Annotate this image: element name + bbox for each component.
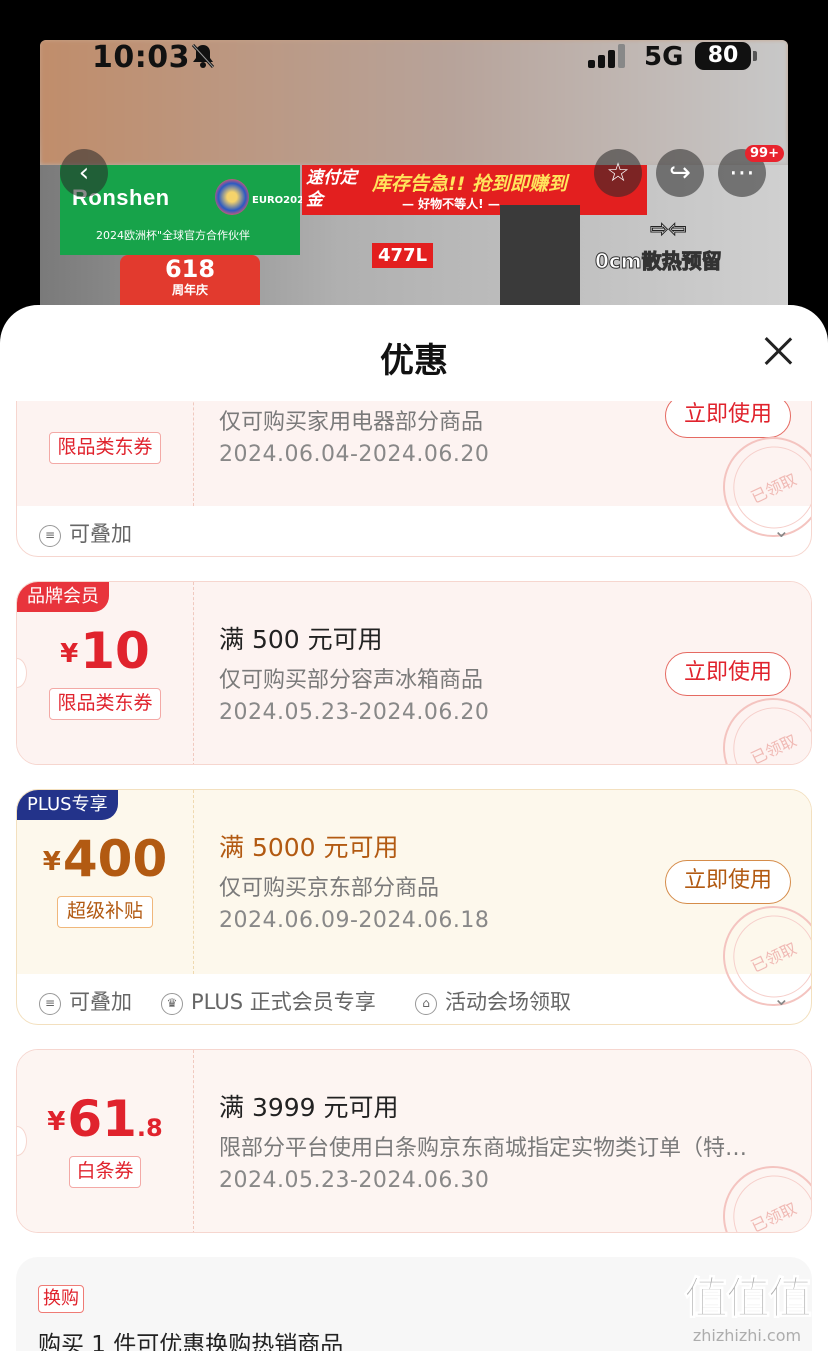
back-icon: ‹	[78, 158, 90, 188]
coupon-desc: 仅可购买部分容声冰箱商品	[219, 668, 484, 693]
stackable-text: 可叠加	[69, 522, 132, 546]
brand-subtitle: 2024欧洲杯"全球官方合作伙伴	[96, 229, 251, 242]
coupon-date: 2024.06.04-2024.06.20	[219, 442, 490, 467]
coupon-body: ¥61.8 白条券 满 3999 元可用 限部分平台使用白条购京东商城指定实物类…	[17, 1050, 811, 1232]
coupon-footer[interactable]: ≡ 可叠加 ♛ PLUS 正式会员专享 ⌂ 活动会场领取 ⌄	[17, 974, 811, 1024]
favorite-button[interactable]: ☆	[594, 149, 642, 197]
coupon-threshold: 满 500 元可用	[219, 625, 383, 654]
stackable-label: ≡ 可叠加	[39, 986, 132, 1016]
coupon-body: 100 限品类东券 仅可购买家用电器部分商品 2024.06.04-2024.0…	[17, 401, 811, 554]
stack-icon: ≡	[39, 525, 61, 547]
coupon-card: 品牌会员 ¥10 限品类东券 满 500 元可用 仅可购买部分容声冰箱商品 20…	[16, 581, 812, 765]
coupon-card: ¥61.8 白条券 满 3999 元可用 限部分平台使用白条购京东商城指定实物类…	[16, 1049, 812, 1233]
message-badge: 99+	[745, 145, 784, 162]
stack-icon: ≡	[39, 993, 61, 1015]
currency-symbol: ¥	[60, 639, 79, 669]
plus-member-text: PLUS 正式会员专享	[191, 990, 376, 1014]
coupon-list[interactable]: 100 限品类东券 仅可购买家用电器部分商品 2024.06.04-2024.0…	[0, 401, 828, 1351]
arrows-icon: ⇨⇦	[650, 217, 688, 243]
bell-mute-icon	[190, 42, 216, 77]
status-time: 10:03	[92, 40, 190, 75]
coupon-threshold: 满 3999 元可用	[219, 1093, 399, 1122]
coupon-divider	[193, 1050, 194, 1232]
coupon-amount: ¥61.8	[17, 1090, 193, 1148]
currency-symbol: ¥	[42, 847, 61, 877]
star-icon: ☆	[606, 158, 630, 188]
network-type: 5G	[644, 42, 684, 72]
sale-left-text: 速付定金	[306, 168, 357, 210]
volume-label: 477L	[372, 243, 434, 268]
coupon-card: PLUS专享 ¥400 超级补贴 满 5000 元可用 仅可购买京东部分商品 2…	[16, 789, 812, 1025]
stackable-text: 可叠加	[69, 990, 132, 1014]
coupon-footer[interactable]: ≡ 可叠加 ⌄	[17, 506, 811, 556]
discount-sheet: 优惠 100 限品类东券 仅可购买家用电器部分商品 2024.06.04-202…	[0, 305, 828, 1351]
coupon-desc: 仅可购买京东部分商品	[219, 876, 440, 901]
coupon-amount: ¥10	[17, 622, 193, 680]
plus-member-label: ♛ PLUS 正式会员专享	[161, 986, 376, 1016]
promo-number: 618	[164, 255, 216, 283]
signal-icon	[588, 44, 630, 68]
share-icon: ↪	[669, 158, 691, 188]
back-button[interactable]: ‹	[60, 149, 108, 197]
coupon-amount-value: 400	[62, 830, 168, 888]
coupon-date: 2024.05.23-2024.06.20	[219, 700, 490, 725]
brand-member-badge: 品牌会员	[17, 582, 109, 612]
coupon-divider	[193, 582, 194, 764]
coupon-type-tag: 限品类东券	[49, 432, 161, 464]
plus-exclusive-badge: PLUS专享	[17, 790, 118, 820]
site-watermark: 值值值 zhizhizhi.com	[672, 1262, 822, 1346]
venue-label: ⌂ 活动会场领取	[415, 986, 571, 1016]
battery-level: 80	[695, 42, 751, 70]
coupon-type-tag: 限品类东券	[49, 688, 161, 720]
chevron-down-icon[interactable]: ⌄	[773, 986, 790, 1010]
promo-sub: 周年庆	[171, 283, 208, 297]
watermark-url: zhizhizhi.com	[692, 1326, 802, 1345]
coupon-body: 品牌会员 ¥10 限品类东券 满 500 元可用 仅可购买部分容声冰箱商品 20…	[17, 582, 811, 764]
use-now-button[interactable]: 立即使用	[665, 652, 791, 696]
coupon-desc: 限部分平台使用白条购京东商城指定实物类订单（特…	[219, 1136, 748, 1161]
use-now-button[interactable]: 立即使用	[665, 860, 791, 904]
venue-icon: ⌂	[415, 993, 437, 1015]
coupon-threshold: 满 5000 元可用	[219, 833, 399, 862]
euro-logo-icon	[215, 179, 249, 215]
coupon-divider	[193, 790, 194, 974]
status-bar: 10:03 5G 80	[40, 40, 788, 80]
swap-text: 购买 1 件可优惠换购热销商品	[38, 1332, 344, 1351]
heat-gap-text: 0cm散热预留	[595, 249, 723, 274]
sheet-title: 优惠	[380, 341, 448, 381]
coupon-desc: 仅可购买家用电器部分商品	[219, 410, 484, 435]
chevron-down-icon[interactable]: ⌄	[773, 518, 790, 542]
watermark-logo: 值值值	[684, 1273, 813, 1325]
coupon-body: PLUS专享 ¥400 超级补贴 满 5000 元可用 仅可购买京东部分商品 2…	[17, 790, 811, 1023]
stackable-label: ≡ 可叠加	[39, 518, 132, 548]
sale-sub-text: — 好物不等人! —	[402, 197, 500, 211]
battery-tip	[753, 51, 757, 61]
close-icon[interactable]	[760, 333, 796, 369]
coupon-date: 2024.05.23-2024.06.30	[219, 1168, 490, 1193]
coupon-amount-value: 61	[67, 1090, 137, 1148]
coupon-date: 2024.06.09-2024.06.18	[219, 908, 490, 933]
claimed-stamp: 已领取	[706, 1149, 811, 1232]
venue-text: 活动会场领取	[445, 990, 571, 1014]
currency-symbol: ¥	[47, 1107, 66, 1137]
coupon-card: 100 限品类东券 仅可购买家用电器部分商品 2024.06.04-2024.0…	[16, 401, 812, 557]
sale-main-text: 库存告急!! 抢到即赚到	[372, 173, 567, 195]
coupon-amount: ¥400	[17, 830, 193, 888]
coupon-amount-value: 10	[80, 622, 150, 680]
use-now-button[interactable]: 立即使用	[665, 401, 791, 438]
coupon-divider	[193, 401, 194, 506]
coupon-type-tag: 白条券	[69, 1156, 141, 1188]
more-icon: ⋯	[729, 158, 755, 188]
coupon-type-tag: 超级补贴	[57, 896, 153, 928]
swap-tag: 换购	[38, 1285, 84, 1313]
share-button[interactable]: ↪	[656, 149, 704, 197]
coupon-amount-decimal: .8	[136, 1114, 163, 1142]
crown-icon: ♛	[161, 993, 183, 1015]
